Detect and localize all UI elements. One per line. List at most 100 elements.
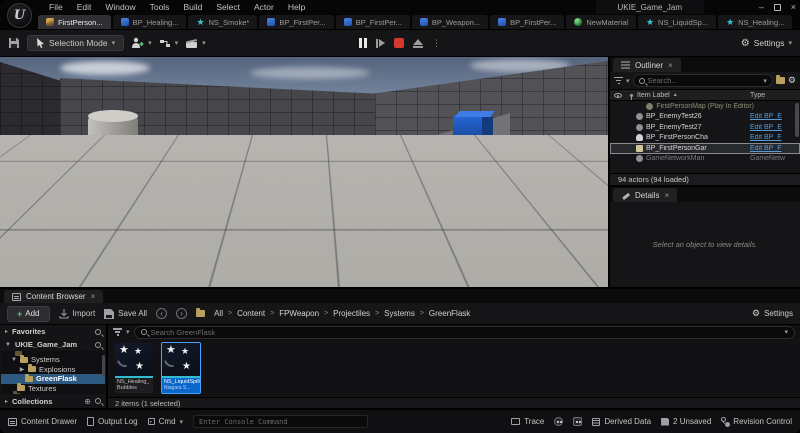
search-icon[interactable] bbox=[95, 398, 101, 404]
unsaved-button[interactable]: 2 Unsaved bbox=[661, 417, 711, 426]
tab-firstperson-map[interactable]: FirstPerson... bbox=[38, 15, 111, 29]
add-actor-dropdown[interactable]: ▾ bbox=[131, 37, 152, 49]
content-drawer-button[interactable]: Content Drawer bbox=[8, 417, 77, 426]
menu-actor[interactable]: Actor bbox=[247, 2, 281, 12]
edit-blueprint-link[interactable]: Edit BP_F bbox=[750, 134, 782, 141]
filter-icon[interactable] bbox=[614, 77, 623, 85]
tree-item-systems[interactable]: ▼Systems bbox=[1, 355, 105, 365]
outliner-search-input[interactable]: ▾ bbox=[633, 74, 773, 87]
import-button[interactable]: Import bbox=[59, 309, 96, 319]
unreal-logo-icon[interactable]: U bbox=[7, 3, 32, 28]
add-button[interactable]: +Add bbox=[7, 306, 50, 322]
breadcrumb-all[interactable]: All bbox=[214, 309, 223, 318]
insights-icon[interactable] bbox=[554, 417, 563, 426]
item-label-column[interactable]: Item Label▲ bbox=[637, 92, 750, 99]
breadcrumb-greenflask[interactable]: GreenFlask bbox=[429, 309, 470, 318]
back-button[interactable]: ‹ bbox=[156, 308, 167, 319]
chevron-down-icon[interactable]: ▾ bbox=[126, 328, 130, 336]
capsule-pawn[interactable] bbox=[344, 180, 361, 223]
breadcrumb-content[interactable]: Content bbox=[237, 309, 265, 318]
console-command-input[interactable] bbox=[193, 415, 368, 428]
frame-skip-button[interactable] bbox=[376, 39, 385, 48]
chevron-down-icon[interactable]: ▾ bbox=[626, 77, 630, 85]
cmd-dropdown[interactable]: Cmd▾ bbox=[148, 417, 183, 426]
edit-blueprint-link[interactable]: Edit BP_E bbox=[750, 113, 782, 120]
blueprints-dropdown[interactable]: ▾ bbox=[159, 38, 179, 49]
chevron-down-icon[interactable]: ▾ bbox=[784, 328, 788, 336]
favorites-header[interactable]: ▸ Favorites bbox=[0, 325, 106, 338]
tab-details[interactable]: Details × bbox=[613, 188, 677, 202]
outliner-settings-gear-icon[interactable]: ⚙ bbox=[788, 75, 796, 86]
tab-bp-healing[interactable]: BP_Healing... bbox=[113, 15, 187, 29]
breadcrumb-projectiles[interactable]: Projectiles bbox=[333, 309, 370, 318]
menu-select[interactable]: Select bbox=[209, 2, 247, 12]
content-browser-settings[interactable]: ⚙ Settings bbox=[752, 308, 793, 319]
outliner-row-enemytest26[interactable]: BP_EnemyTest26Edit BP_E bbox=[610, 112, 800, 123]
visibility-column[interactable] bbox=[610, 93, 625, 98]
capsule-pawn[interactable] bbox=[247, 177, 263, 217]
close-icon[interactable]: × bbox=[91, 292, 96, 301]
save-all-button[interactable]: Save All bbox=[104, 309, 147, 319]
chevron-down-icon[interactable]: ▾ bbox=[763, 77, 767, 85]
tab-outliner[interactable]: Outliner × bbox=[613, 58, 681, 72]
menu-window[interactable]: Window bbox=[98, 2, 142, 12]
pause-button[interactable] bbox=[359, 38, 367, 48]
blue-cube[interactable] bbox=[466, 142, 508, 177]
level-viewport[interactable] bbox=[0, 57, 608, 287]
filter-icon[interactable] bbox=[113, 328, 122, 336]
snapshot-icon[interactable] bbox=[573, 417, 582, 426]
close-icon[interactable]: × bbox=[668, 61, 673, 70]
tab-newmaterial[interactable]: NewMaterial bbox=[566, 15, 636, 29]
search-icon[interactable] bbox=[95, 342, 101, 348]
asset-search-input[interactable]: ▾ bbox=[134, 326, 795, 339]
revision-control-button[interactable]: Revision Control bbox=[721, 417, 792, 426]
blue-cube[interactable] bbox=[453, 111, 493, 145]
trace-button[interactable]: Trace bbox=[511, 417, 544, 426]
stop-button[interactable] bbox=[394, 38, 404, 48]
menu-file[interactable]: File bbox=[42, 2, 70, 12]
tab-bp-weapon[interactable]: BP_Weapon... bbox=[412, 15, 488, 29]
search-icon[interactable] bbox=[95, 329, 101, 335]
outliner-row-enemytest27[interactable]: BP_EnemyTest27Edit BP_E bbox=[610, 122, 800, 133]
pin-column[interactable] bbox=[625, 94, 637, 97]
tree-item-explosions[interactable]: ▶Explosions bbox=[1, 365, 105, 375]
tab-ns-healing[interactable]: ★NS_Healing... bbox=[718, 15, 792, 29]
capsule-pawn[interactable] bbox=[411, 187, 428, 232]
play-options-ellipsis[interactable]: ⋮ bbox=[432, 38, 441, 49]
type-column[interactable]: Type bbox=[750, 92, 800, 99]
menu-build[interactable]: Build bbox=[176, 2, 209, 12]
asset-tile-ns-liquidspill[interactable]: ★ ★ ★ NS_LiquidSpillNiagara S... bbox=[161, 342, 201, 394]
output-log-button[interactable]: Output Log bbox=[87, 417, 138, 426]
tab-bp-firstper-1[interactable]: BP_FirstPer... bbox=[259, 15, 333, 29]
save-button[interactable] bbox=[8, 37, 20, 49]
minimize-icon[interactable]: – bbox=[759, 2, 764, 12]
tab-bp-firstper-3[interactable]: BP_FirstPer... bbox=[490, 15, 564, 29]
new-folder-icon[interactable] bbox=[776, 77, 785, 84]
menu-tools[interactable]: Tools bbox=[143, 2, 177, 12]
tree-scrollbar[interactable] bbox=[102, 355, 105, 377]
close-icon[interactable]: × bbox=[664, 191, 669, 200]
maximize-icon[interactable] bbox=[774, 4, 781, 11]
blue-cube[interactable] bbox=[112, 141, 134, 181]
capsule-pawn[interactable] bbox=[268, 175, 284, 215]
menu-edit[interactable]: Edit bbox=[70, 2, 99, 12]
edit-blueprint-link[interactable]: Edit BP_E bbox=[750, 124, 782, 131]
tab-content-browser[interactable]: Content Browser × bbox=[4, 290, 103, 303]
eject-button[interactable] bbox=[413, 39, 423, 48]
outliner-row-map[interactable]: FirstPersonMap (Play In Editor) bbox=[610, 101, 800, 112]
asset-tile-ns-healing-bubbles[interactable]: ★ ★ ★ NS_Healing_Bubbles bbox=[114, 342, 154, 394]
forward-button[interactable]: › bbox=[176, 308, 187, 319]
tab-ns-smoke[interactable]: ★NS_Smoke* bbox=[188, 15, 257, 29]
close-icon[interactable]: × bbox=[791, 2, 796, 12]
selection-mode-dropdown[interactable]: Selection Mode ▾ bbox=[27, 35, 124, 51]
breadcrumb-systems[interactable]: Systems bbox=[384, 309, 415, 318]
tab-bp-firstper-2[interactable]: BP_FirstPer... bbox=[336, 15, 410, 29]
capsule-pawn[interactable] bbox=[390, 185, 407, 231]
add-collection-icon[interactable]: ⊕ bbox=[84, 397, 91, 406]
project-root-header[interactable]: ▼ UKIE_Game_Jam bbox=[0, 338, 106, 351]
edit-blueprint-link[interactable]: Edit BP_F bbox=[750, 145, 782, 152]
capsule-pawn[interactable] bbox=[322, 178, 339, 222]
outliner-row-firstpersongamemode[interactable]: BP_FirstPersonGarEdit BP_F bbox=[610, 143, 800, 154]
settings-dropdown[interactable]: ⚙ Settings ▾ bbox=[741, 38, 792, 49]
menu-help[interactable]: Help bbox=[281, 2, 312, 12]
